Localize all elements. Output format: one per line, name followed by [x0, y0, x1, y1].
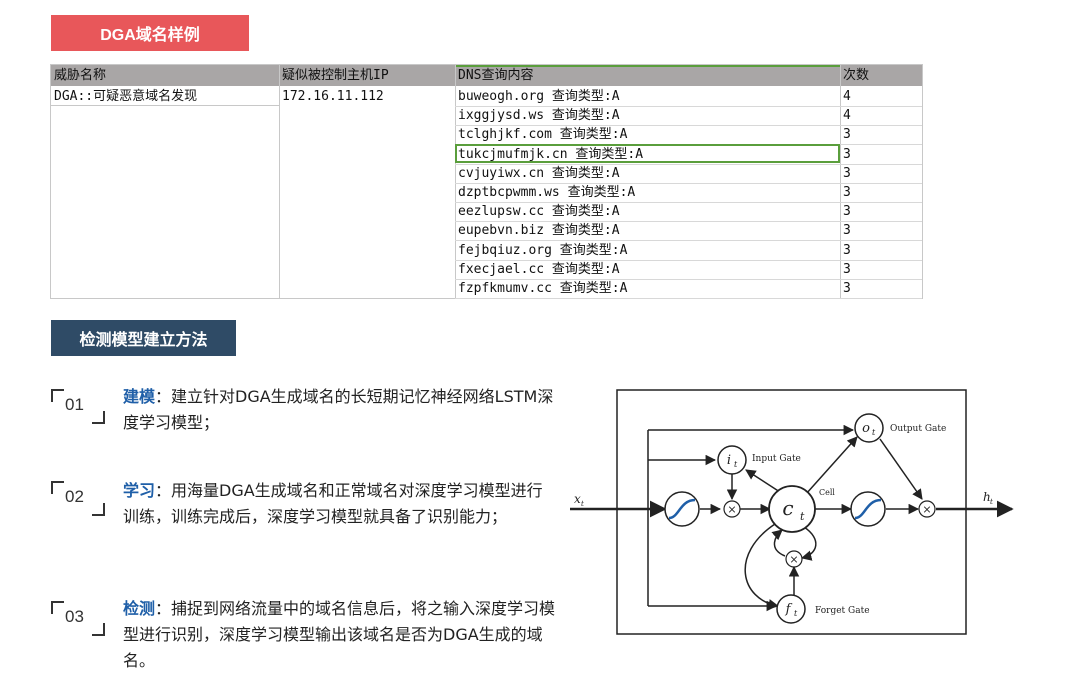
input-label: x: [574, 492, 581, 506]
step-number: 02: [65, 487, 84, 506]
selected-cell-outline: [455, 144, 840, 163]
input-activation-node: [664, 491, 700, 527]
input-gate-label: Input Gate: [752, 454, 801, 464]
dns-query-cell: ixggjysd.ws 查询类型:A: [458, 108, 620, 124]
threat-name-cell: DGA::可疑恶意域名发现: [54, 89, 198, 104]
bracket-close: [92, 503, 105, 516]
bracket-open: [51, 601, 64, 614]
step-description: 学习：用海量DGA生成域名和正常域名对深度学习模型进行训练，训练完成后，深度学习…: [123, 478, 558, 530]
count-cell: 3: [843, 146, 851, 162]
row-divider: [455, 298, 922, 299]
svg-text:×: ×: [922, 503, 931, 516]
column-header-dns-query: DNS查询内容: [458, 68, 534, 83]
svg-text:×: ×: [789, 553, 798, 566]
bracket-close: [92, 623, 105, 636]
dns-query-cell: dzptbcpwmm.ws 查询类型:A: [458, 185, 636, 200]
step-number: 03: [65, 607, 84, 626]
count-cell: 4: [843, 108, 851, 124]
column-header-threat: 威胁名称: [54, 68, 107, 83]
dns-query-cell: buweogh.org 查询类型:A: [458, 89, 620, 104]
dns-query-cell: fejbqiuz.org 查询类型:A: [458, 242, 628, 258]
output-multiply-node: ×: [918, 500, 936, 518]
dns-query-cell: eezlupsw.cc 查询类型:A: [458, 204, 620, 220]
column-header-count: 次数: [843, 68, 870, 83]
forget-multiply-node: ×: [785, 550, 803, 568]
dga-sample-table: 威胁名称 疑似被控制主机IP DNS查询内容 次数 DGA::可疑恶意域名发现 …: [50, 64, 923, 299]
cell-node: c t: [768, 485, 816, 533]
dns-query-cell: fxecjael.cc 查询类型:A: [458, 261, 620, 277]
section-title-dga-samples: DGA域名样例: [51, 15, 249, 51]
svg-text:c: c: [782, 496, 793, 520]
input-gate-node: i t: [717, 445, 747, 475]
bracket-close: [92, 411, 105, 424]
count-cell: 3: [843, 185, 851, 200]
bracket-open: [51, 481, 64, 494]
count-cell: 3: [843, 165, 851, 181]
svg-text:i: i: [727, 453, 731, 468]
svg-text:×: ×: [727, 503, 736, 516]
lstm-cell-diagram: × × × c t i t o t f t x t h t Input Gate…: [570, 389, 1014, 635]
count-cell: 3: [843, 242, 851, 258]
svg-text:o: o: [862, 421, 870, 436]
step-title: 检测: [123, 599, 156, 618]
output-label-sub: t: [990, 498, 993, 506]
dns-query-cell: cvjuyiwx.cn 查询类型:A: [458, 165, 620, 181]
input-multiply-node: ×: [723, 500, 741, 518]
host-ip-cell: 172.16.11.112: [282, 89, 384, 104]
step-title: 建模: [123, 387, 156, 406]
step-description: 检测：捕捉到网络流量中的域名信息后，将之输入深度学习模型进行识别，深度学习模型输…: [123, 596, 558, 674]
dns-query-cell: tclghjkf.com 查询类型:A: [458, 127, 628, 143]
step-body: ：捕捉到网络流量中的域名信息后，将之输入深度学习模型进行识别，深度学习模型输出该…: [123, 599, 556, 670]
count-cell: 3: [843, 223, 851, 239]
output-activation-node: [850, 491, 886, 527]
step-description: 建模：建立针对DGA生成域名的长短期记忆神经网络LSTM深度学习模型；: [123, 384, 558, 436]
bracket-open: [51, 389, 64, 402]
step-body: ：用海量DGA生成域名和正常域名对深度学习模型进行训练，训练完成后，深度学习模型…: [123, 481, 543, 526]
svg-text:t: t: [800, 510, 805, 523]
step-body: ：建立针对DGA生成域名的长短期记忆神经网络LSTM深度学习模型；: [123, 387, 554, 432]
step-title: 学习: [123, 481, 156, 500]
output-gate-label: Output Gate: [890, 424, 946, 434]
dns-query-cell: fzpfkmumv.cc 查询类型:A: [458, 281, 628, 296]
forget-gate-label: Forget Gate: [815, 606, 870, 616]
forget-gate-node: f t: [776, 594, 806, 624]
dns-query-cell: eupebvn.biz 查询类型:A: [458, 223, 620, 239]
step-number: 01: [65, 395, 84, 414]
output-gate-node: o t: [854, 413, 884, 443]
input-label-sub: t: [581, 500, 584, 508]
count-cell: 4: [843, 89, 851, 104]
section-title-detection-method: 检测模型建立方法: [51, 320, 236, 356]
count-cell: 3: [843, 127, 851, 143]
count-cell: 3: [843, 281, 851, 296]
column-header-host-ip: 疑似被控制主机IP: [282, 68, 389, 83]
count-cell: 3: [843, 261, 851, 277]
count-cell: 3: [843, 204, 851, 220]
cell-caption: Cell: [819, 488, 835, 497]
